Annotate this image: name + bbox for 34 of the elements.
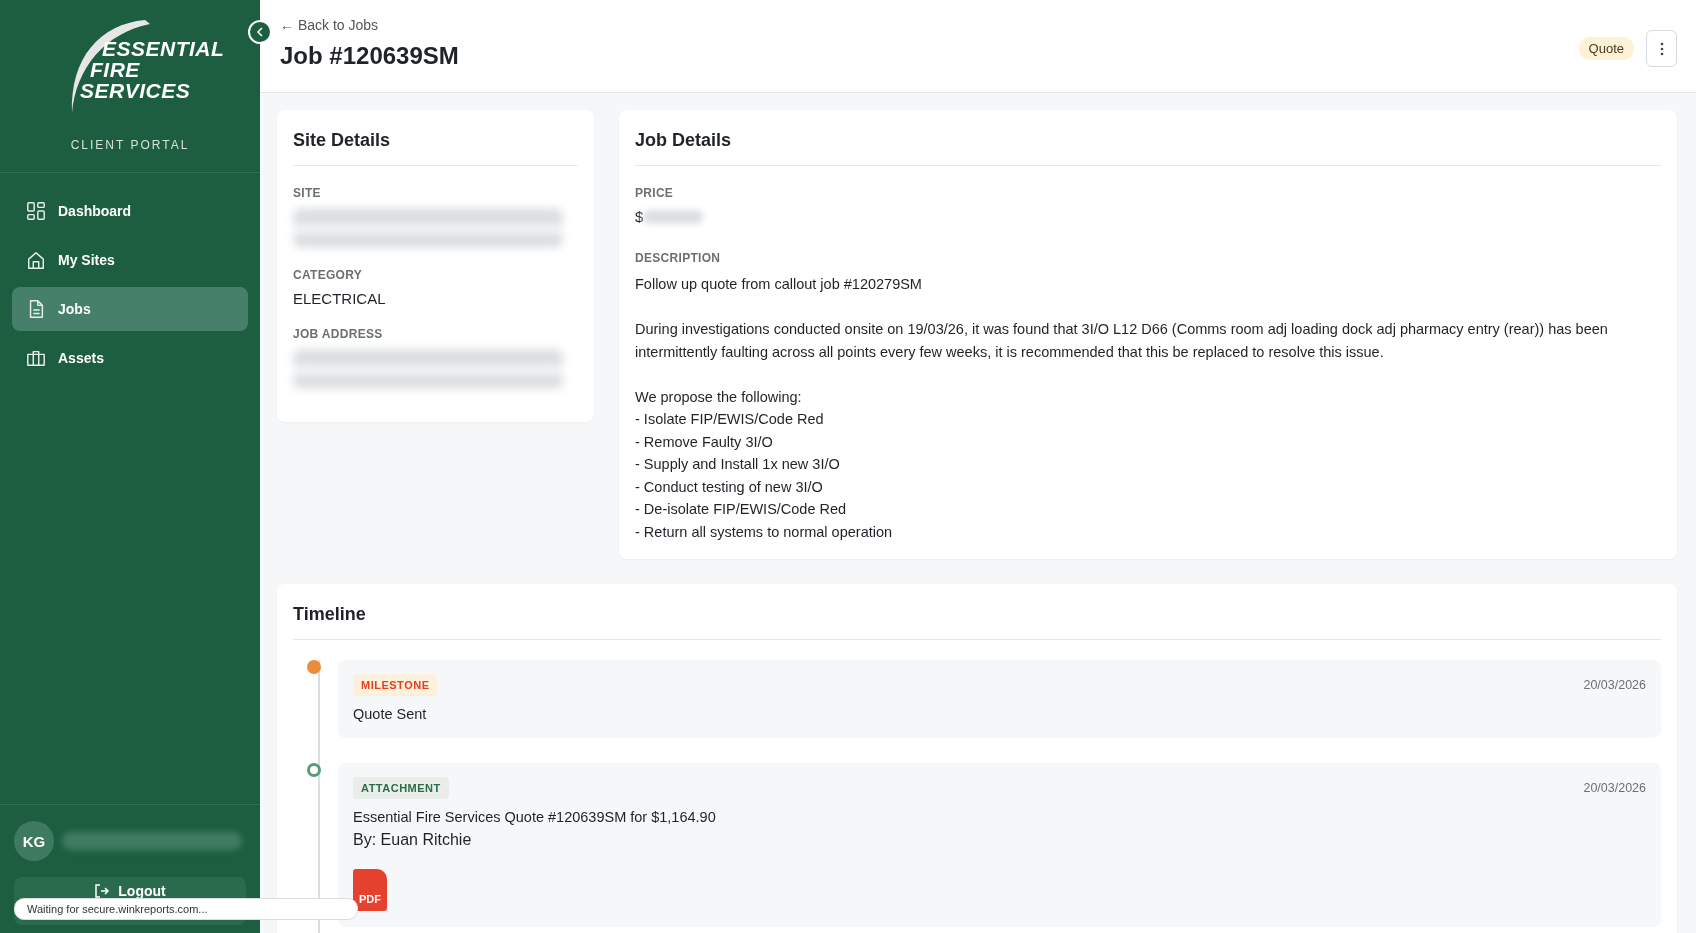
field-value: ELECTRICAL xyxy=(293,290,387,307)
event-text: Quote Sent xyxy=(353,706,428,722)
description-text: Follow up quote from callout job #120279SM xyxy=(635,275,923,294)
event-author: By: Euan Ritchie xyxy=(353,831,473,849)
card-title: Job Details xyxy=(635,110,1661,166)
description-text: - Conduct testing of new 3I/O xyxy=(635,477,824,497)
event-date: 20/03/2026 xyxy=(1583,781,1646,795)
field-label: SITE xyxy=(293,186,322,200)
description-text: - Supply and Install 1x new 3I/O xyxy=(635,455,841,474)
description-text: We propose the following: xyxy=(635,387,803,407)
card-title: Site Details xyxy=(293,110,578,166)
description-text: - Remove Faulty 3I/O xyxy=(635,432,774,452)
status-badge: Quote xyxy=(1578,37,1634,60)
currency-symbol: $ xyxy=(635,208,644,225)
event-text: Essential Fire Services Quote #120639SM for $1,164.90 xyxy=(353,809,717,825)
description-text: - De-isolate FIP/EWIS/Code Red xyxy=(635,500,848,519)
event-date: 20/03/2026 xyxy=(1583,678,1646,692)
logo-text: ESSENTIAL xyxy=(102,38,225,59)
field-label: DESCRIPTION xyxy=(635,251,722,265)
description-text: During investigations conducted onsite on 19/03/26, it was found that 3I/O L12 D66 (Comms room adj loading dock adj pharmacy entry (rear)) has been intermittently faulting across all points every few weeks, it is recommended that this be replaced to resolve this issue. xyxy=(635,320,1609,362)
field-label: CATEGORY xyxy=(293,268,364,282)
field-label: PRICE xyxy=(635,186,675,200)
field-label: JOB ADDRESS xyxy=(293,327,384,341)
logo-text: FIRE xyxy=(90,59,141,80)
event-tag: ATTACHMENT xyxy=(353,777,449,799)
page-title: Job #120639SM xyxy=(280,42,459,70)
avatar: KG xyxy=(14,821,54,861)
description-text: - Isolate FIP/EWIS/Code Red xyxy=(635,410,825,429)
status-tooltip: Waiting for secure.winkreports.com... xyxy=(14,898,358,920)
portal-subtitle: CLIENT PORTAL xyxy=(0,138,260,173)
card-title: Timeline xyxy=(293,584,1661,640)
logo-text: SERVICES xyxy=(80,80,192,101)
description-text: - Return all systems to normal operation xyxy=(635,522,894,542)
event-tag: MILESTONE xyxy=(353,674,438,696)
